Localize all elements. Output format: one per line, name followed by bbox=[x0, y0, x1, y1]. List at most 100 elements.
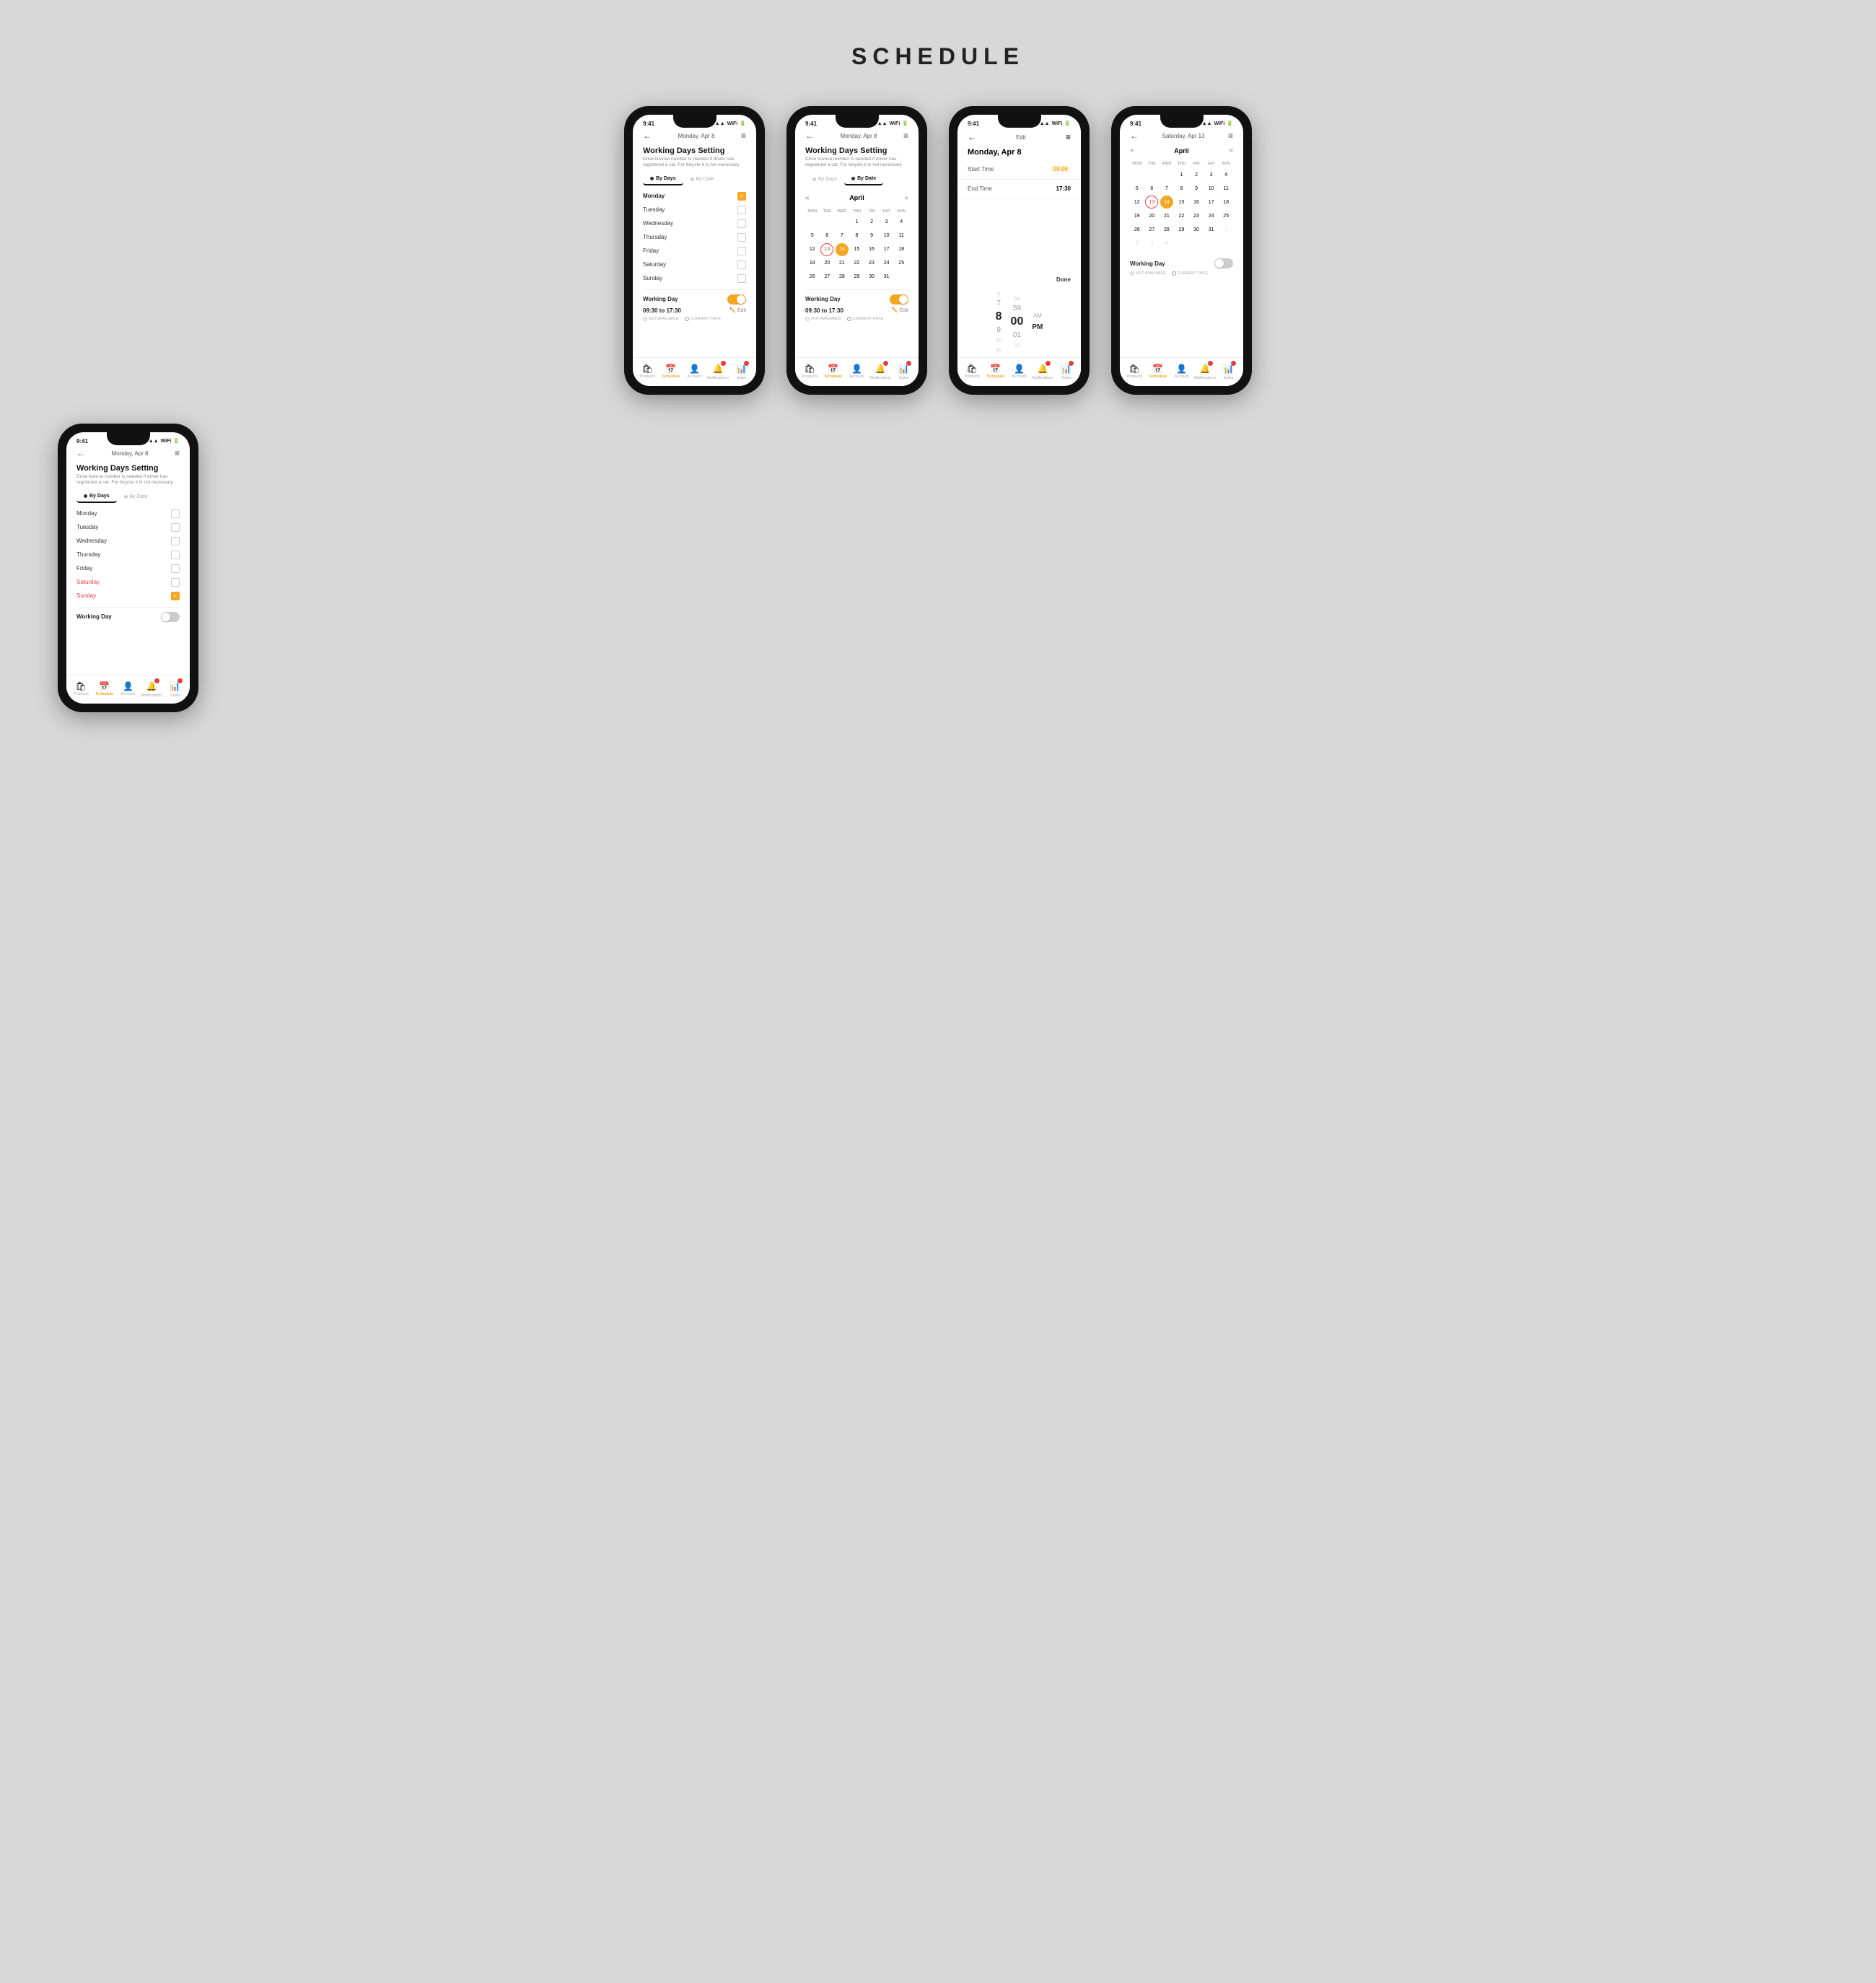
cal-day-17-4[interactable]: 17 bbox=[1205, 196, 1218, 209]
menu-icon-1[interactable]: ≡ bbox=[741, 131, 746, 141]
cal-next-2[interactable]: » bbox=[904, 194, 908, 202]
menu-icon-2[interactable]: ≡ bbox=[903, 131, 908, 141]
cal-day-26-2[interactable]: 26 bbox=[806, 271, 819, 284]
tab-by-date-1[interactable]: By Date bbox=[683, 173, 722, 185]
cal-next-4[interactable]: » bbox=[1229, 146, 1233, 154]
tab-by-days-5[interactable]: By Days bbox=[76, 491, 117, 503]
cal-day-28-2[interactable]: 28 bbox=[836, 271, 849, 284]
cal-day-7-4[interactable]: 7 bbox=[1160, 182, 1173, 195]
cal-day-13-4[interactable]: 13 bbox=[1145, 196, 1158, 209]
cal-day-28-4[interactable]: 28 bbox=[1160, 223, 1173, 236]
checkbox-sunday-1[interactable] bbox=[737, 274, 746, 283]
cal-day-25-4[interactable]: 25 bbox=[1219, 209, 1232, 222]
cal-day-21-4[interactable]: 21 bbox=[1160, 209, 1173, 222]
back-icon-1[interactable]: ← bbox=[643, 131, 652, 141]
nav-schedule-3[interactable]: 📅 Schedule bbox=[984, 364, 1008, 379]
cal-day-4-2[interactable]: 4 bbox=[895, 216, 908, 229]
cal-day-4-4[interactable]: 4 bbox=[1219, 168, 1232, 181]
toggle-4[interactable] bbox=[1214, 258, 1233, 268]
cal-day-3n-4[interactable]: 3 bbox=[1145, 237, 1158, 250]
back-icon-2[interactable]: ← bbox=[805, 131, 814, 141]
end-time-field-3[interactable]: End Time 17:30 bbox=[957, 180, 1081, 198]
cal-day-18-2[interactable]: 18 bbox=[895, 243, 908, 256]
cal-day-12-2[interactable]: 12 bbox=[806, 243, 819, 256]
cal-day-21-2[interactable]: 21 bbox=[836, 257, 849, 270]
edit-link-2[interactable]: ✏️ Edit bbox=[892, 307, 908, 313]
checkbox-wednesday-1[interactable] bbox=[737, 219, 746, 228]
nav-products-5[interactable]: 🛍 Products bbox=[69, 681, 93, 696]
cal-prev-2[interactable]: « bbox=[805, 194, 810, 202]
nav-account-3[interactable]: 👤 Account bbox=[1007, 364, 1031, 379]
cal-day-5-4[interactable]: 5 bbox=[1131, 182, 1144, 195]
tab-by-days-2[interactable]: By Days bbox=[805, 173, 844, 185]
nav-notif-5[interactable]: 🔔 Notifications bbox=[140, 680, 164, 698]
cal-day-7-2[interactable]: 7 bbox=[836, 229, 849, 242]
cal-day-20-4[interactable]: 20 bbox=[1145, 209, 1158, 222]
cal-day-4n-4[interactable]: 4 bbox=[1160, 237, 1173, 250]
nav-products-3[interactable]: 🛍 Products bbox=[960, 364, 984, 379]
cal-day-15-2[interactable]: 15 bbox=[850, 243, 863, 256]
cal-day-10-2[interactable]: 10 bbox=[880, 229, 893, 242]
checkbox-monday-5[interactable] bbox=[171, 509, 180, 518]
cal-day-14-4[interactable]: 14 bbox=[1160, 196, 1173, 209]
nav-notif-4[interactable]: 🔔 Notifications bbox=[1193, 362, 1217, 380]
cal-day-27-4[interactable]: 27 bbox=[1145, 223, 1158, 236]
cal-day-12-4[interactable]: 12 bbox=[1131, 196, 1144, 209]
nav-notif-3[interactable]: 🔔 Notifications bbox=[1031, 362, 1055, 380]
cal-day-11-4[interactable]: 11 bbox=[1219, 182, 1232, 195]
cal-day-11-2[interactable]: 11 bbox=[895, 229, 908, 242]
back-icon-4[interactable]: ← bbox=[1130, 131, 1139, 141]
cal-day-19-4[interactable]: 19 bbox=[1131, 209, 1144, 222]
nav-products-1[interactable]: 🛍 Products bbox=[636, 364, 659, 379]
edit-label-top-3[interactable]: Edit bbox=[1016, 134, 1026, 141]
cal-day-6-4[interactable]: 6 bbox=[1145, 182, 1158, 195]
checkbox-sunday-5[interactable] bbox=[171, 592, 180, 600]
checkbox-friday-1[interactable] bbox=[737, 247, 746, 255]
cal-day-3-2[interactable]: 3 bbox=[880, 216, 893, 229]
nav-sales-2[interactable]: 📊 Sales bbox=[892, 362, 916, 380]
cal-day-16-2[interactable]: 16 bbox=[865, 243, 878, 256]
checkbox-saturday-5[interactable] bbox=[171, 578, 180, 587]
nav-products-2[interactable]: 🛍 Products bbox=[798, 364, 822, 379]
toggle-2[interactable] bbox=[890, 294, 908, 305]
cal-day-23-2[interactable]: 23 bbox=[865, 257, 878, 270]
cal-day-19-2[interactable]: 19 bbox=[806, 257, 819, 270]
nav-sales-5[interactable]: 📊 Sales bbox=[163, 680, 187, 698]
cal-day-25-2[interactable]: 25 bbox=[895, 257, 908, 270]
cal-day-29-2[interactable]: 29 bbox=[850, 271, 863, 284]
checkbox-friday-5[interactable] bbox=[171, 564, 180, 573]
cal-day-2-4[interactable]: 2 bbox=[1190, 168, 1203, 181]
nav-account-1[interactable]: 👤 Account bbox=[683, 364, 706, 379]
toggle-5[interactable] bbox=[161, 612, 180, 622]
nav-schedule-2[interactable]: 📅 Schedule bbox=[822, 364, 846, 379]
nav-account-2[interactable]: 👤 Account bbox=[845, 364, 869, 379]
cal-day-10-4[interactable]: 10 bbox=[1205, 182, 1218, 195]
cal-day-31-2[interactable]: 31 bbox=[880, 271, 893, 284]
cal-day-29-4[interactable]: 29 bbox=[1175, 223, 1188, 236]
menu-icon-5[interactable]: ≡ bbox=[175, 448, 180, 458]
tab-by-date-2[interactable]: By Date bbox=[844, 173, 883, 185]
checkbox-tuesday-1[interactable] bbox=[737, 206, 746, 214]
checkbox-saturday-1[interactable] bbox=[737, 261, 746, 269]
done-btn-3[interactable]: Done bbox=[1046, 273, 1081, 286]
back-icon-5[interactable]: ← bbox=[76, 448, 85, 458]
cal-day-16-4[interactable]: 16 bbox=[1190, 196, 1203, 209]
cal-day-30-4[interactable]: 30 bbox=[1190, 223, 1203, 236]
nav-sales-1[interactable]: 📊 Sales bbox=[729, 362, 753, 380]
cal-day-30-2[interactable]: 30 bbox=[865, 271, 878, 284]
nav-products-4[interactable]: 🛍 Products bbox=[1123, 364, 1147, 379]
tab-by-days-1[interactable]: By Days bbox=[643, 173, 683, 185]
cal-day-2n-4[interactable]: 2 bbox=[1131, 237, 1144, 250]
checkbox-thursday-5[interactable] bbox=[171, 551, 180, 559]
menu-icon-4[interactable]: ≡ bbox=[1228, 131, 1233, 141]
tab-by-date-5[interactable]: By Date bbox=[117, 491, 155, 503]
cal-day-1-4[interactable]: 1 bbox=[1175, 168, 1188, 181]
cal-day-22-4[interactable]: 22 bbox=[1175, 209, 1188, 222]
edit-link-1[interactable]: ✏️ Edit bbox=[729, 307, 746, 313]
cal-day-14-2[interactable]: 14 bbox=[836, 243, 849, 256]
cal-day-23-4[interactable]: 23 bbox=[1190, 209, 1203, 222]
cal-day-3-4[interactable]: 3 bbox=[1205, 168, 1218, 181]
cal-day-22-2[interactable]: 22 bbox=[850, 257, 863, 270]
checkbox-tuesday-5[interactable] bbox=[171, 523, 180, 532]
cal-day-31-4[interactable]: 31 bbox=[1205, 223, 1218, 236]
